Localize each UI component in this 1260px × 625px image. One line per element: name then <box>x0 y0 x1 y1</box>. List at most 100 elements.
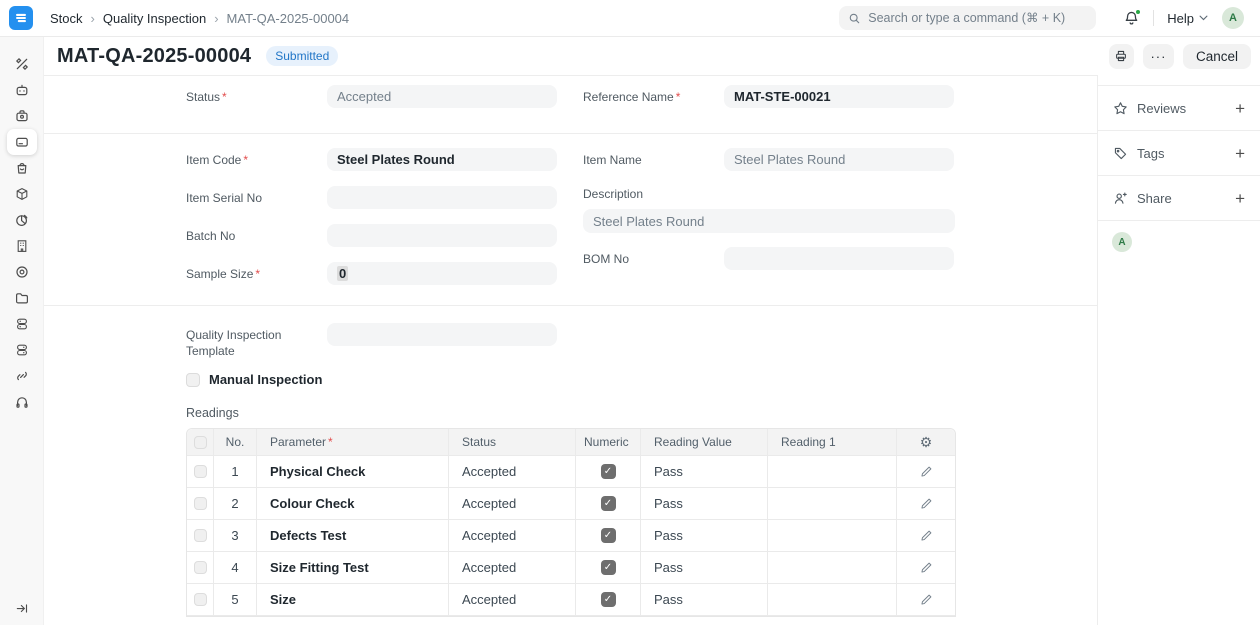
edit-row-pencil-icon[interactable] <box>920 529 933 542</box>
numeric-checkbox-checked[interactable]: ✓ <box>601 464 616 479</box>
status-cell[interactable]: Accepted <box>449 520 576 551</box>
status-cell[interactable]: Accepted <box>449 584 576 615</box>
sidebar-item-briefcase[interactable] <box>7 103 37 129</box>
reading-1-cell[interactable] <box>768 552 897 583</box>
sidebar-item-support[interactable] <box>7 389 37 415</box>
reading-1-cell[interactable] <box>768 520 897 551</box>
numeric-checkbox-checked[interactable]: ✓ <box>601 560 616 575</box>
row-select-checkbox[interactable] <box>194 497 207 510</box>
add-tag-button[interactable]: + <box>1235 145 1245 162</box>
numeric-checkbox-checked[interactable]: ✓ <box>601 592 616 607</box>
headphones-icon <box>14 394 30 410</box>
shared-with-row: A <box>1098 221 1260 252</box>
parameter-cell[interactable]: Colour Check <box>257 488 449 519</box>
edit-row-pencil-icon[interactable] <box>920 593 933 606</box>
breadcrumb-stock[interactable]: Stock <box>50 11 83 26</box>
sidebar-item-manufacturing[interactable] <box>7 181 37 207</box>
description-field[interactable]: Steel Plates Round <box>583 209 955 233</box>
global-search[interactable] <box>839 6 1096 30</box>
sidebar-item-analytics[interactable] <box>7 207 37 233</box>
sidebar-item-projects[interactable] <box>7 285 37 311</box>
row-select-checkbox[interactable] <box>194 465 207 478</box>
col-header-no: No. <box>214 429 257 455</box>
manual-inspection-checkbox-row[interactable]: Manual Inspection <box>186 372 955 387</box>
breadcrumb-current-doc: MAT-QA-2025-00004 <box>227 11 350 26</box>
parameter-cell[interactable]: Size Fitting Test <box>257 552 449 583</box>
row-select-checkbox[interactable] <box>194 593 207 606</box>
notifications-bell-icon[interactable] <box>1123 10 1140 27</box>
edit-row-pencil-icon[interactable] <box>920 561 933 574</box>
search-input[interactable] <box>868 11 1087 25</box>
sample-size-field[interactable]: 0 <box>327 262 557 285</box>
col-header-numeric: Numeric <box>576 429 641 455</box>
folder-icon <box>14 290 30 306</box>
help-menu[interactable]: Help <box>1167 11 1208 26</box>
reviews-section[interactable]: Reviews + <box>1098 86 1260 131</box>
status-field[interactable]: Accepted <box>327 85 557 108</box>
erpnext-logo-icon[interactable] <box>9 6 33 30</box>
edit-row-pencil-icon[interactable] <box>920 497 933 510</box>
reference-name-field[interactable]: MAT-STE-00021 <box>724 85 954 108</box>
reading-1-cell[interactable] <box>768 584 897 615</box>
parameter-cell[interactable]: Size <box>257 584 449 615</box>
reading-value-cell[interactable]: Pass <box>641 456 768 487</box>
row-number: 5 <box>214 584 257 615</box>
field-label-bom-no: BOM No <box>583 251 724 267</box>
parameter-cell[interactable]: Physical Check <box>257 456 449 487</box>
printer-icon <box>1114 49 1128 63</box>
item-serial-no-field[interactable] <box>327 186 557 209</box>
row-select-checkbox[interactable] <box>194 561 207 574</box>
target-icon <box>14 264 30 280</box>
add-review-button[interactable]: + <box>1235 100 1245 117</box>
select-all-checkbox[interactable] <box>194 436 207 449</box>
sidebar-item-stock[interactable] <box>7 129 37 155</box>
qi-template-field[interactable] <box>327 323 557 346</box>
reading-1-cell[interactable] <box>768 456 897 487</box>
user-avatar[interactable]: A <box>1222 7 1244 29</box>
reading-value-cell[interactable]: Pass <box>641 584 768 615</box>
numeric-checkbox-checked[interactable]: ✓ <box>601 528 616 543</box>
parameter-cell[interactable]: Defects Test <box>257 520 449 551</box>
status-cell[interactable]: Accepted <box>449 456 576 487</box>
shared-user-avatar[interactable]: A <box>1112 232 1132 252</box>
sidebar-item-assistant[interactable] <box>7 77 37 103</box>
page-title: MAT-QA-2025-00004 <box>57 45 251 68</box>
print-button[interactable] <box>1109 44 1134 69</box>
reading-value-cell[interactable]: Pass <box>641 520 768 551</box>
breadcrumb-quality-inspection[interactable]: Quality Inspection <box>103 11 206 26</box>
share-user-icon <box>1113 191 1128 206</box>
status-cell[interactable]: Accepted <box>449 488 576 519</box>
sidebar-item-company[interactable] <box>7 233 37 259</box>
sidebar-item-tools[interactable] <box>7 51 37 77</box>
row-select-checkbox[interactable] <box>194 529 207 542</box>
cancel-button[interactable]: Cancel <box>1183 44 1251 69</box>
reading-value-cell[interactable]: Pass <box>641 552 768 583</box>
reading-1-cell[interactable] <box>768 488 897 519</box>
top-navbar: Stock › Quality Inspection › MAT-QA-2025… <box>0 0 1260 37</box>
item-name-field[interactable]: Steel Plates Round <box>724 148 954 171</box>
col-header-parameter: Parameter* <box>257 429 449 455</box>
sidebar-item-payroll[interactable] <box>7 337 37 363</box>
table-row: 1 Physical Check Accepted ✓ Pass <box>187 456 955 488</box>
status-cell[interactable]: Accepted <box>449 552 576 583</box>
sidebar-item-integrations[interactable] <box>7 363 37 389</box>
edit-row-pencil-icon[interactable] <box>920 465 933 478</box>
batch-no-field[interactable] <box>327 224 557 247</box>
sidebar-item-assets[interactable] <box>7 311 37 337</box>
menu-button[interactable]: ··· <box>1143 44 1174 69</box>
numeric-checkbox-checked[interactable]: ✓ <box>601 496 616 511</box>
bom-no-field[interactable] <box>724 247 954 270</box>
add-share-button[interactable]: + <box>1235 190 1245 207</box>
share-section[interactable]: Share + <box>1098 176 1260 221</box>
table-settings-gear-icon[interactable]: ⚙ <box>920 434 933 451</box>
search-icon <box>848 12 861 25</box>
manual-inspection-checkbox[interactable] <box>186 373 200 387</box>
sidebar-item-quality[interactable] <box>7 259 37 285</box>
reading-value-cell[interactable]: Pass <box>641 488 768 519</box>
item-code-field[interactable]: Steel Plates Round <box>327 148 557 171</box>
sidebar-expand-toggle[interactable] <box>14 601 29 616</box>
tags-section[interactable]: Tags + <box>1098 131 1260 176</box>
field-label-qi-template: Quality Inspection Template <box>186 323 327 359</box>
sidebar-item-selling[interactable] <box>7 155 37 181</box>
reviews-label: Reviews <box>1137 101 1186 116</box>
